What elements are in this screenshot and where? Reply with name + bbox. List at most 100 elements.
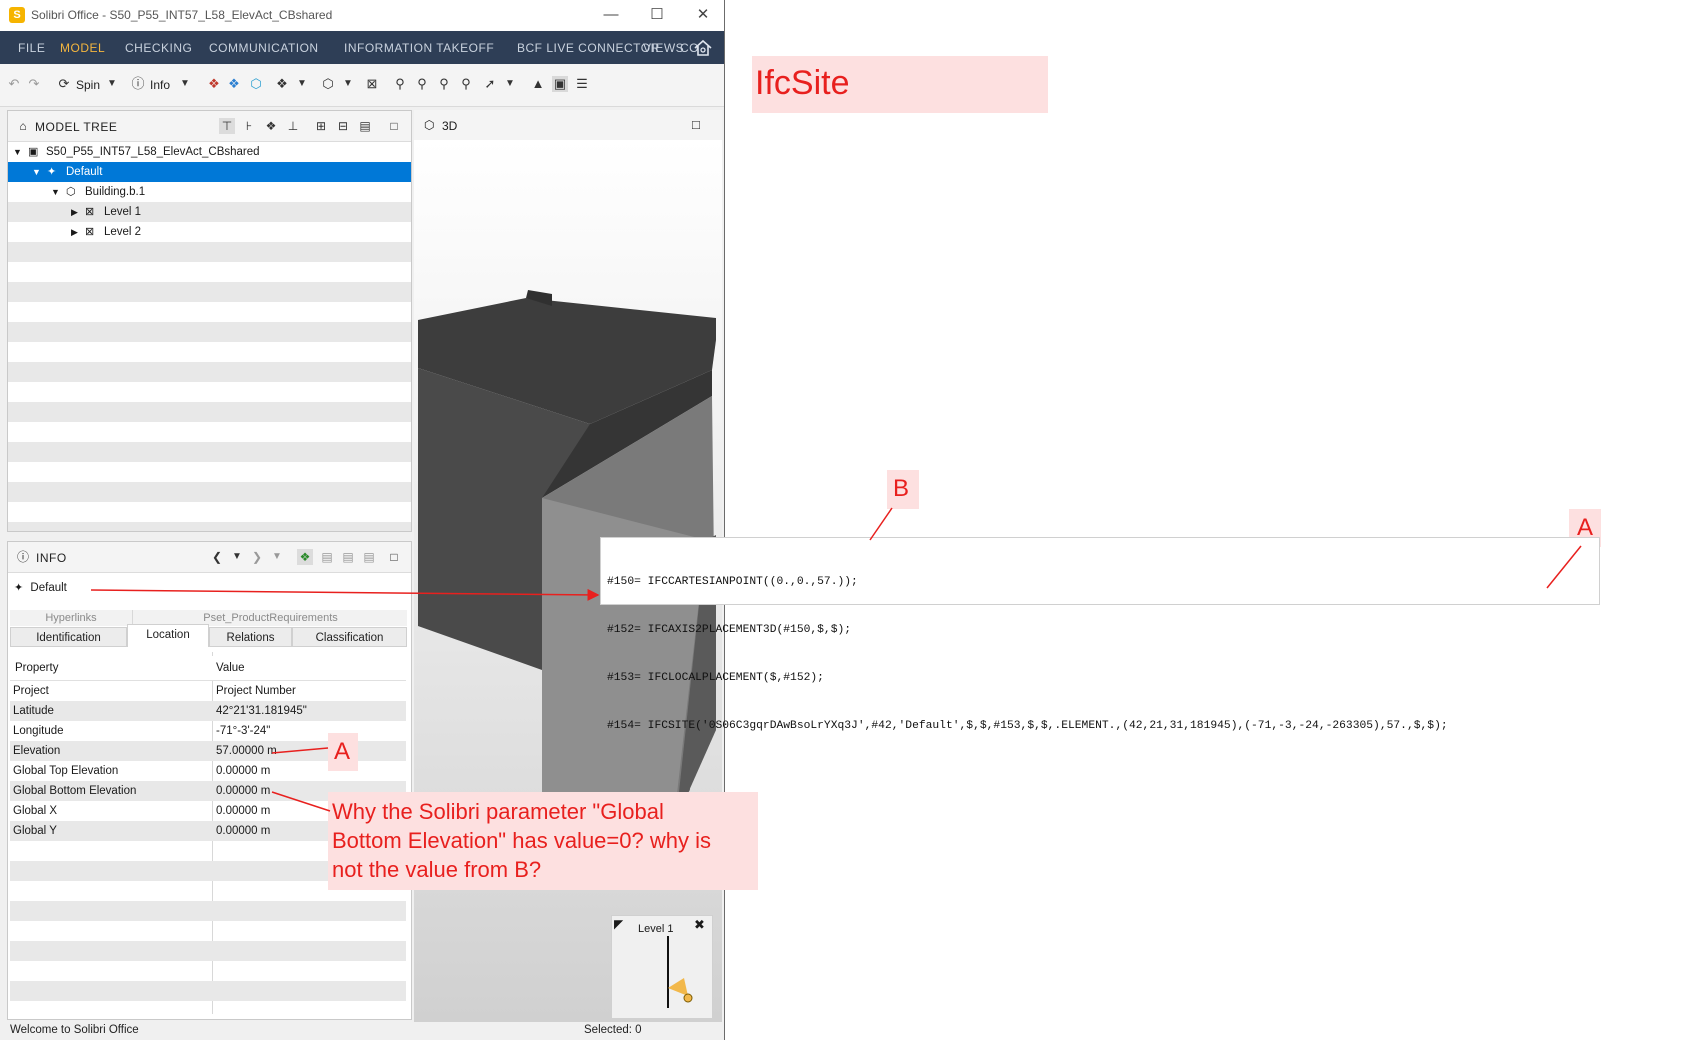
zoom-in-icon[interactable]: ⚲ [414,76,430,92]
camera-marker-icon [667,936,693,1008]
expand-arrow-icon[interactable]: ▶ [71,202,78,222]
section-icon[interactable]: ⊠ [364,76,380,92]
close-button[interactable]: ✕ [680,0,724,31]
column-header-property[interactable]: Property [15,656,215,680]
floor-plan-icon[interactable]: ▣ [552,76,568,92]
info-icon[interactable]: ⓘ [130,76,146,92]
view3d-title: 3D [442,119,458,133]
model-settings-icon[interactable]: ▤ [357,118,373,134]
column-header-value[interactable]: Value [216,656,245,680]
tree-item-label: Level 1 [104,206,142,218]
maximize-3d-icon[interactable]: □ [692,117,700,132]
box-view-dropdown-icon[interactable]: ▼ [340,76,356,92]
level-icon: ⊠ [85,206,95,218]
zoom-out-icon[interactable]: ⚲ [436,76,452,92]
pointer-tool-icon[interactable]: ➚ [482,76,498,92]
tab-location[interactable]: Location [127,624,209,647]
floor-plan-minimap[interactable]: ◤ Level 1 ✖ [611,915,713,1019]
collapse-arrow-icon[interactable]: ▼ [32,162,41,182]
tree-item-project[interactable]: ▼ ▣ S50_P55_INT57_L58_ElevAct_CBshared [8,142,411,162]
info-settings-icon[interactable]: ▤ [361,549,377,565]
spin-button[interactable]: Spin [76,76,100,94]
redo-icon[interactable]: ↷ [26,76,42,92]
spin-dropdown-icon[interactable]: ▼ [104,76,120,92]
tab-identification[interactable]: Identification [10,627,127,647]
components-icon[interactable]: ❖ [274,76,290,92]
minimize-button[interactable]: — [588,0,634,31]
info-export-icon[interactable]: ▤ [340,549,356,565]
model-tree-panel: ⌂ MODEL TREE ⊤ ⊦ ❖ ⊥ ⊞ ⊟ ▤ □ ▼ ▣ S50_P55… [7,110,412,532]
history-dropdown-icon[interactable]: ▼ [229,549,245,565]
forward-icon[interactable]: ❯ [249,549,265,565]
selection-basket-icon[interactable]: ❖ [226,76,242,92]
remove-model-icon[interactable]: ⊟ [335,118,351,134]
property-name: Global Bottom Elevation [13,785,137,797]
add-model-icon[interactable]: ⊞ [313,118,329,134]
info-tabs-row: Identification Location Relations Classi… [10,624,407,647]
walk-icon[interactable]: ▲ [530,76,546,92]
tab-hyperlinks[interactable]: Hyperlinks [10,610,132,626]
tree-view-hierarchy-icon[interactable]: ⊤ [219,118,235,134]
model-tree-list: ▼ ▣ S50_P55_INT57_L58_ElevAct_CBshared ▼… [8,142,411,531]
model-tree-icon: ⌂ [19,119,27,133]
home-icon[interactable] [692,37,714,59]
collapse-arrow-icon[interactable]: ▼ [51,182,60,202]
level-icon: ⊠ [85,226,95,238]
tree-view-spatial-icon[interactable]: ⊦ [241,118,257,134]
tree-view-component-icon[interactable]: ⊥ [285,118,301,134]
zoom-selection-icon[interactable]: ⚲ [458,76,474,92]
info-filter-icon[interactable]: ❖ [297,549,313,565]
undo-icon[interactable]: ↶ [6,76,22,92]
expand-arrow-icon[interactable]: ▶ [71,222,78,242]
tree-item-level-2[interactable]: ▶ ⊠ Level 2 [8,222,411,242]
property-name: Elevation [13,745,61,757]
cube-icon: ⬡ [424,118,435,132]
box-view-icon[interactable]: ⬡ [320,76,336,92]
menu-information-takeoff[interactable]: INFORMATION TAKEOFF [344,41,494,55]
info-copy-icon[interactable]: ▤ [319,549,335,565]
pointer-dropdown-icon[interactable]: ▼ [502,76,518,92]
menu-bcf-live-connector[interactable]: BCF LIVE CONNECTOR [517,41,660,55]
property-value: 0.00000 m [216,785,271,797]
tree-view-storey-icon[interactable]: ❖ [263,118,279,134]
table-row[interactable]: Project Project Number [10,681,406,701]
spin-icon[interactable]: ⟳ [56,76,72,92]
property-name: Global X [13,805,58,817]
maximize-info-icon[interactable]: □ [386,549,402,565]
label-a-box-bottom: A [328,733,358,771]
maximize-panel-icon[interactable]: □ [386,118,402,134]
tree-item-default-site[interactable]: ▼ ✦ Default [8,162,411,182]
tree-item-label: Building.b.1 [85,186,146,198]
isolate-icon[interactable]: ⬡ [248,76,264,92]
question-note-box: Why the Solibri parameter "Global Bottom… [328,792,758,890]
tab-relations[interactable]: Relations [209,627,292,647]
info-dropdown-icon[interactable]: ▼ [177,76,193,92]
info-header: ⓘ INFO ❮ ▼ ❯ ▼ ❖ ▤ ▤ ▤ □ [8,542,411,573]
table-row[interactable]: Latitude 42°21'31.181945" [10,701,406,721]
forward-dropdown-icon[interactable]: ▼ [269,549,285,565]
tree-item-level-1[interactable]: ▶ ⊠ Level 1 [8,202,411,222]
building-icon: ⬡ [66,186,76,198]
table-header: Property Value [10,656,406,681]
menu-communication[interactable]: COMMUNICATION [209,41,319,55]
property-value: 0.00000 m [216,805,271,817]
collapse-arrow-icon[interactable]: ▼ [13,142,22,162]
info-button[interactable]: Info [150,76,170,94]
tree-item-building[interactable]: ▼ ⬡ Building.b.1 [8,182,411,202]
visibility-icon[interactable]: ❖ [206,76,222,92]
back-icon[interactable]: ❮ [209,549,225,565]
menu-model[interactable]: MODEL [60,41,105,55]
menu-views[interactable]: VIEWS [643,41,684,55]
ifc-line-150: #150= IFCCARTESIANPOINT((0.,0.,57.)); [607,576,858,588]
components-dropdown-icon[interactable]: ▼ [294,76,310,92]
layers-icon[interactable]: ☰ [574,76,590,92]
ifc-line-153: #153= IFCLOCALPLACEMENT($,#152); [607,672,824,684]
property-value: 42°21'31.181945" [216,705,307,717]
menu-checking[interactable]: CHECKING [125,41,192,55]
tab-classification[interactable]: Classification [292,627,407,647]
menu-file[interactable]: FILE [18,41,45,55]
zoom-fit-icon[interactable]: ⚲ [392,76,408,92]
question-text: Why the Solibri parameter "Global Bottom… [332,799,711,882]
maximize-button[interactable]: ☐ [634,0,680,31]
ifcsite-heading: IfcSite [755,64,850,102]
